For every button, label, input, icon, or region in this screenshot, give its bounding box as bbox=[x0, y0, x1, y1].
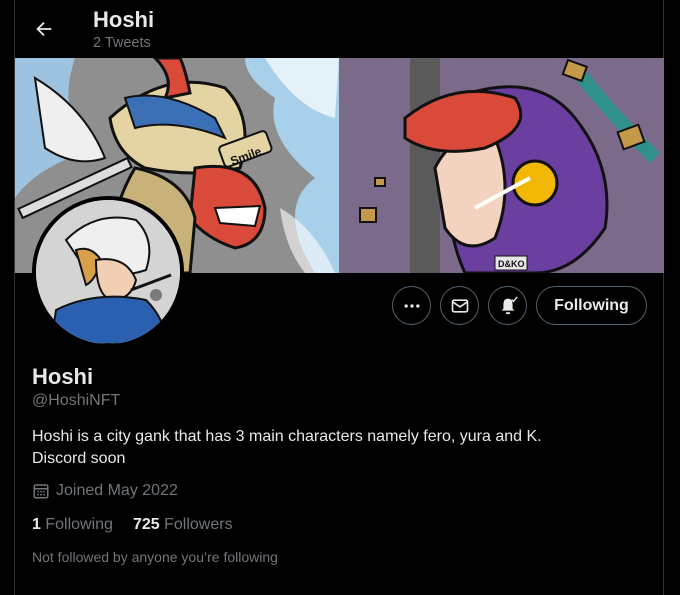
not-followed-note: Not followed by anyone you’re following bbox=[32, 549, 278, 565]
message-button[interactable] bbox=[440, 286, 479, 325]
back-button[interactable] bbox=[29, 14, 59, 44]
followers-count: 725 bbox=[132, 516, 160, 533]
profile-bio: Hoshi is a city gank that has 3 main cha… bbox=[32, 426, 632, 470]
following-link[interactable]: 1 Following bbox=[32, 516, 113, 534]
envelope-icon bbox=[451, 298, 468, 313]
avatar-artwork bbox=[36, 200, 180, 344]
joined-text: Joined May 2022 bbox=[56, 482, 178, 499]
joined-date: Joined May 2022 bbox=[32, 482, 178, 500]
more-button[interactable] bbox=[392, 286, 431, 325]
notify-button[interactable] bbox=[488, 286, 527, 325]
follow-stats: 1 Following 725 Followers bbox=[32, 516, 233, 534]
arrow-left-icon bbox=[36, 21, 52, 37]
profile-avatar[interactable] bbox=[32, 196, 184, 348]
bell-plus-icon bbox=[501, 295, 518, 314]
following-count: 1 bbox=[32, 516, 41, 533]
profile-column: Hoshi 2 Tweets Smile D&KO Following Hosh… bbox=[14, 0, 664, 595]
more-dots-icon bbox=[404, 303, 419, 308]
bio-line: Hoshi is a city gank that has 3 main cha… bbox=[32, 428, 542, 445]
profile-name: Hoshi bbox=[32, 364, 94, 389]
bio-line: Discord soon bbox=[32, 450, 126, 467]
following-label: Following bbox=[45, 516, 113, 533]
calendar-icon bbox=[33, 484, 49, 499]
followers-link[interactable]: 725 Followers bbox=[133, 516, 233, 534]
profile-handle: @HoshiNFT bbox=[32, 392, 121, 409]
following-button[interactable]: Following bbox=[536, 286, 647, 325]
tweet-count: 2 Tweets bbox=[93, 35, 151, 51]
header-title: Hoshi bbox=[93, 7, 155, 32]
followers-label: Followers bbox=[164, 516, 233, 533]
top-bar: Hoshi 2 Tweets bbox=[15, 0, 663, 58]
banner-tag-text: D&KO bbox=[498, 259, 525, 269]
